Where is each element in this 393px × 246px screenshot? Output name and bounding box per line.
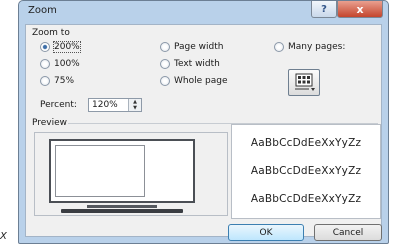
- monitor-stand: [87, 205, 157, 208]
- radio-100[interactable]: 100%: [40, 59, 80, 69]
- help-icon: ?: [321, 3, 327, 15]
- radio-label: 75%: [54, 76, 75, 86]
- help-button[interactable]: ?: [311, 1, 337, 18]
- spin-down-icon[interactable]: ▼: [129, 105, 141, 111]
- radio-label: Text width: [174, 59, 220, 69]
- title-bar: Zoom ? x: [19, 1, 388, 23]
- close-icon: x: [356, 2, 364, 16]
- radio-label: Many pages:: [288, 42, 346, 52]
- radio-label: 100%: [54, 59, 80, 69]
- radio-label: 200%: [53, 41, 81, 53]
- radio-200[interactable]: 200%: [40, 41, 81, 53]
- preview-monitor: [34, 132, 228, 216]
- radio-indicator: [40, 42, 50, 52]
- stray-text: X: [0, 231, 7, 242]
- monitor-screen: [49, 139, 195, 203]
- radio-whole-page[interactable]: Whole page: [160, 76, 228, 86]
- radio-indicator: [40, 76, 50, 86]
- radio-page-width[interactable]: Page width: [160, 42, 223, 52]
- percent-spinbox[interactable]: 120% ▲ ▼: [88, 98, 142, 112]
- preview-sample-box: AaBbCcDdEeXxYyZz AaBbCcDdEeXxYyZz AaBbCc…: [231, 124, 381, 219]
- preview-page: [55, 145, 145, 197]
- percent-label: Percent:: [40, 100, 77, 110]
- sample-text: AaBbCcDdEeXxYyZz: [250, 165, 362, 177]
- radio-many-pages[interactable]: Many pages:: [274, 42, 345, 52]
- monitor-base: [61, 209, 183, 213]
- sample-text: AaBbCcDdEeXxYyZz: [250, 137, 362, 149]
- zoom-to-label: Zoom to: [32, 28, 70, 38]
- radio-text-width[interactable]: Text width: [160, 59, 220, 69]
- zoom-dialog: Zoom ? x Zoom to 200% 100% 75% Page widt…: [18, 0, 389, 244]
- sample-text: AaBbCcDdEeXxYyZz: [250, 193, 362, 205]
- radio-indicator: [160, 42, 170, 52]
- radio-75[interactable]: 75%: [40, 76, 74, 86]
- dialog-body: Zoom to 200% 100% 75% Page width Text wi…: [25, 24, 382, 241]
- radio-indicator: [160, 59, 170, 69]
- preview-label: Preview: [32, 118, 68, 128]
- radio-label: Page width: [174, 42, 224, 52]
- dialog-title: Zoom: [28, 5, 57, 16]
- cancel-button[interactable]: Cancel: [314, 224, 382, 241]
- percent-value: 120%: [92, 100, 118, 110]
- ok-button[interactable]: OK: [228, 224, 304, 241]
- close-button[interactable]: x: [337, 1, 383, 18]
- radio-indicator: [274, 42, 284, 52]
- radio-indicator: [40, 59, 50, 69]
- pages-grid-icon: [295, 73, 315, 91]
- radio-indicator: [160, 76, 170, 86]
- many-pages-button[interactable]: [288, 69, 320, 96]
- radio-label: Whole page: [174, 76, 228, 86]
- percent-spinner[interactable]: ▲ ▼: [128, 99, 141, 111]
